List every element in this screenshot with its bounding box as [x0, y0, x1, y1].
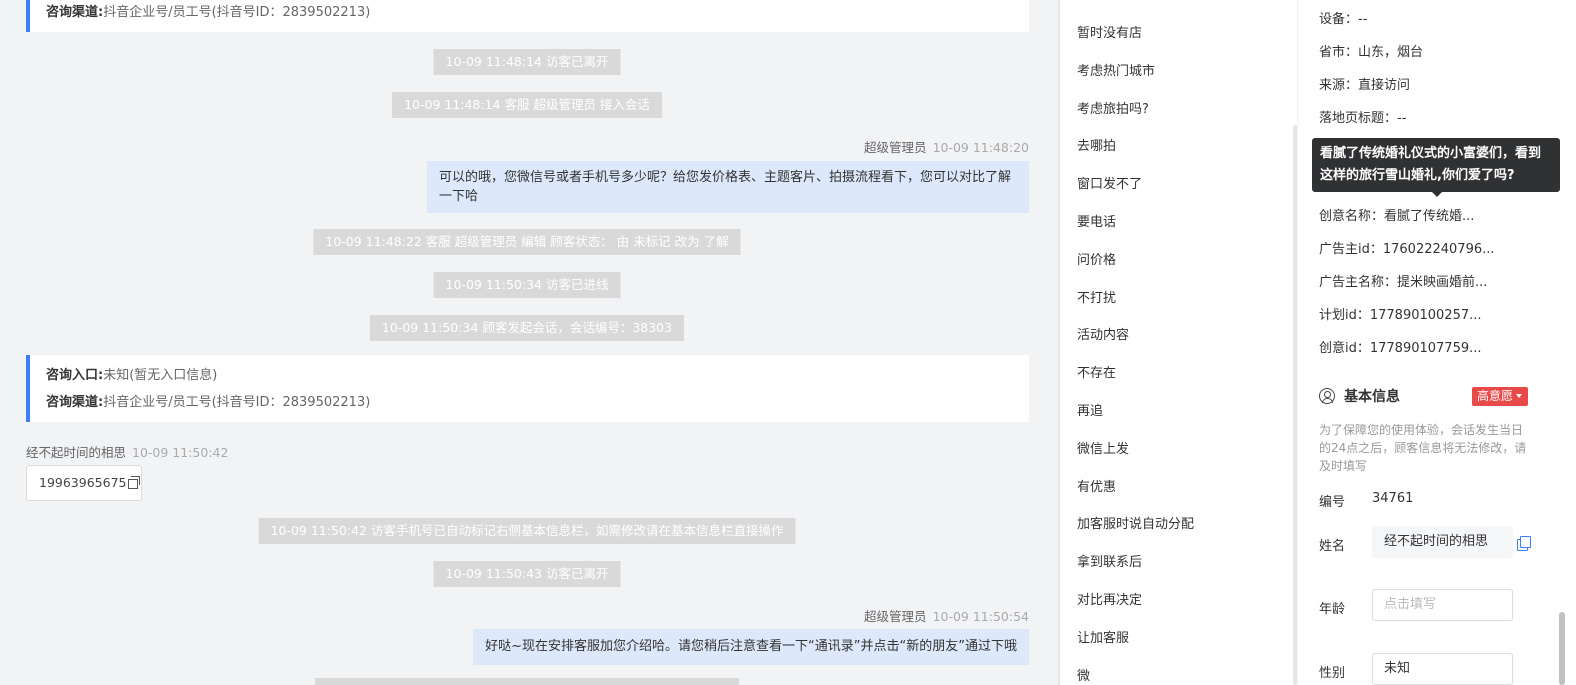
system-message: 10-09 11:50:34 顾客发起会话，会话编号：38303 — [369, 315, 685, 341]
quick-reply-item[interactable]: 加客服时说自动分配 — [1077, 513, 1194, 532]
phone-number: 19963965675 — [39, 475, 127, 490]
name-label: 姓名 — [1319, 539, 1346, 554]
quick-reply-item[interactable]: 有优惠 — [1077, 476, 1116, 495]
number-value: 34761 — [1372, 491, 1414, 506]
message-time: 10-09 11:50:54 — [932, 609, 1029, 624]
plan-id-info[interactable]: 计划id：177890100257... — [1319, 304, 1482, 323]
system-message: 10-09 11:50:34 访客已进线 — [433, 272, 621, 298]
quick-reply-item[interactable]: 让加客服 — [1077, 627, 1129, 646]
name-field[interactable]: 经不起时间的相思 — [1372, 526, 1513, 558]
gender-select[interactable]: 未知 — [1372, 653, 1513, 685]
message-time: 10-09 11:48:20 — [932, 140, 1029, 155]
sender-name: 超级管理员 — [864, 609, 927, 624]
quick-reply-item[interactable]: 问价格 — [1077, 249, 1116, 268]
message-sender: 超级管理员 10-09 11:50:54 — [864, 606, 1029, 625]
quick-reply-scrollbar[interactable] — [1293, 125, 1297, 685]
quick-reply-item[interactable]: 不打扰 — [1077, 287, 1116, 306]
quick-reply-item[interactable]: 暂时没有店 — [1077, 22, 1142, 41]
quick-reply-item[interactable]: 考虑热门城市 — [1077, 60, 1155, 79]
entry-label: 咨询入口: — [46, 368, 104, 383]
creative-name-tooltip: 看腻了传统婚礼仪式的小富婆们，看到这样的旅行雪山婚礼,你们爱了吗? — [1312, 138, 1560, 197]
quick-reply-item[interactable]: 窗口发不了 — [1077, 173, 1142, 192]
system-message-partial — [315, 678, 739, 685]
message-sender: 超级管理员 10-09 11:48:20 — [864, 137, 1029, 156]
channel-label: 咨询渠道: — [46, 5, 104, 20]
sender-name: 超级管理员 — [864, 140, 927, 155]
section-title-text: 基本信息 — [1344, 389, 1400, 405]
user-icon — [1319, 388, 1335, 404]
consult-info-card: 咨询入口:未知(暂无入口信息) 咨询渠道:抖音企业号/员工号(抖音号ID：283… — [26, 355, 1029, 422]
device-info: 设备：-- — [1319, 12, 1368, 27]
quick-reply-item[interactable]: 微 — [1077, 665, 1090, 684]
system-message: 10-09 11:48:22 客服 超级管理员 编辑 顾客状态： 由 未标记 改… — [313, 229, 741, 255]
agent-message-bubble: 可以的哦，您微信号或者手机号多少呢？给您发价格表、主题客片、拍摄流程看下，您可以… — [427, 161, 1029, 213]
system-message: 10-09 11:50:43 访客已离开 — [433, 561, 621, 587]
source-info: 来源：直接访问 — [1319, 78, 1411, 93]
visitor-sender: 经不起时间的相思 10-09 11:50:42 — [26, 442, 228, 461]
age-input[interactable]: 点击填写 — [1372, 589, 1513, 621]
creative-name-info[interactable]: 创意名称：看腻了传统婚... — [1319, 205, 1474, 224]
consult-channel-line: 咨询渠道:抖音企业号/员工号(抖音号ID：2839502213) — [46, 389, 1029, 416]
advertiser-id-info[interactable]: 广告主id：176022240796... — [1319, 238, 1495, 257]
system-message: 10-09 11:48:14 客服 超级管理员 接入会话 — [392, 92, 662, 118]
quick-reply-item[interactable]: 考虑旅拍吗? — [1077, 98, 1149, 117]
quick-reply-item[interactable]: 活动内容 — [1077, 324, 1129, 343]
consult-entry-line: 咨询入口:未知(暂无入口信息) — [46, 362, 1029, 389]
number-label: 编号 — [1319, 495, 1346, 510]
edit-hint: 为了保障您的使用体验，会话发生当日的24点之后，顾客信息将无法修改，请及时填写 — [1319, 423, 1527, 473]
channel-value: 抖音企业号/员工号(抖音号ID：2839502213) — [103, 5, 371, 20]
intent-badge-label: 高意愿 — [1477, 389, 1514, 403]
quick-reply-item[interactable]: 微信上发 — [1077, 438, 1129, 457]
copy-name-icon[interactable] — [1517, 536, 1531, 551]
quick-reply-item[interactable]: 拿到联系后 — [1077, 551, 1142, 570]
consult-channel-line: 咨询渠道:抖音企业号/员工号(抖音号ID：2839502213) — [46, 0, 1029, 26]
quick-reply-item[interactable]: 不存在 — [1077, 362, 1116, 381]
quick-reply-item[interactable]: 去哪拍 — [1077, 135, 1116, 154]
basic-info-title: 基本信息 — [1319, 386, 1400, 406]
panel-scrollbar[interactable] — [1559, 612, 1565, 685]
landing-title-info: 落地页标题：-- — [1319, 111, 1407, 126]
customer-info-panel: 设备：-- 省市：山东，烟台 来源：直接访问 落地页标题：-- 创意名称：看腻了… — [1298, 0, 1576, 685]
consult-info-card: 咨询渠道:抖音企业号/员工号(抖音号ID：2839502213) — [26, 0, 1029, 32]
channel-label: 咨询渠道: — [46, 395, 104, 410]
message-time: 10-09 11:50:42 — [132, 445, 229, 460]
advertiser-name-info[interactable]: 广告主名称：提米映画婚前... — [1319, 271, 1487, 290]
copy-icon[interactable] — [128, 476, 141, 489]
intent-badge[interactable]: 高意愿 — [1472, 387, 1529, 406]
agent-message-bubble: 好哒~现在安排客服加您介绍哈。请您稍后注意查看一下“通讯录”并点击“新的朋友”通… — [473, 629, 1029, 665]
gender-label: 性别 — [1319, 666, 1346, 681]
entry-value: 未知(暂无入口信息) — [103, 368, 218, 383]
channel-value: 抖音企业号/员工号(抖音号ID：2839502213) — [103, 395, 371, 410]
system-message: 10-09 11:50:42 访客手机号已自动标记右侧基本信息栏，如需修改请在基… — [258, 518, 796, 544]
chat-area: 咨询渠道:抖音企业号/员工号(抖音号ID：2839502213) 10-09 1… — [0, 0, 1058, 685]
caret-down-icon — [1516, 394, 1523, 398]
province-info: 省市：山东，烟台 — [1319, 45, 1424, 60]
visitor-phone-card[interactable]: 19963965675 — [26, 465, 142, 501]
quick-reply-list: 暂时没有店考虑热门城市 考虑旅拍吗? 去哪拍窗口发不了要电话问价格不打扰活动内容不存… — [1060, 0, 1297, 685]
creative-id-info[interactable]: 创意id：177890107759... — [1319, 337, 1482, 356]
quick-reply-item[interactable]: 要电话 — [1077, 211, 1116, 230]
visitor-name: 经不起时间的相思 — [26, 445, 127, 460]
system-message: 10-09 11:48:14 访客已离开 — [433, 49, 621, 75]
quick-reply-item[interactable]: 对比再决定 — [1077, 589, 1142, 608]
age-label: 年龄 — [1319, 602, 1346, 617]
quick-reply-item[interactable]: 再追 — [1077, 400, 1103, 419]
